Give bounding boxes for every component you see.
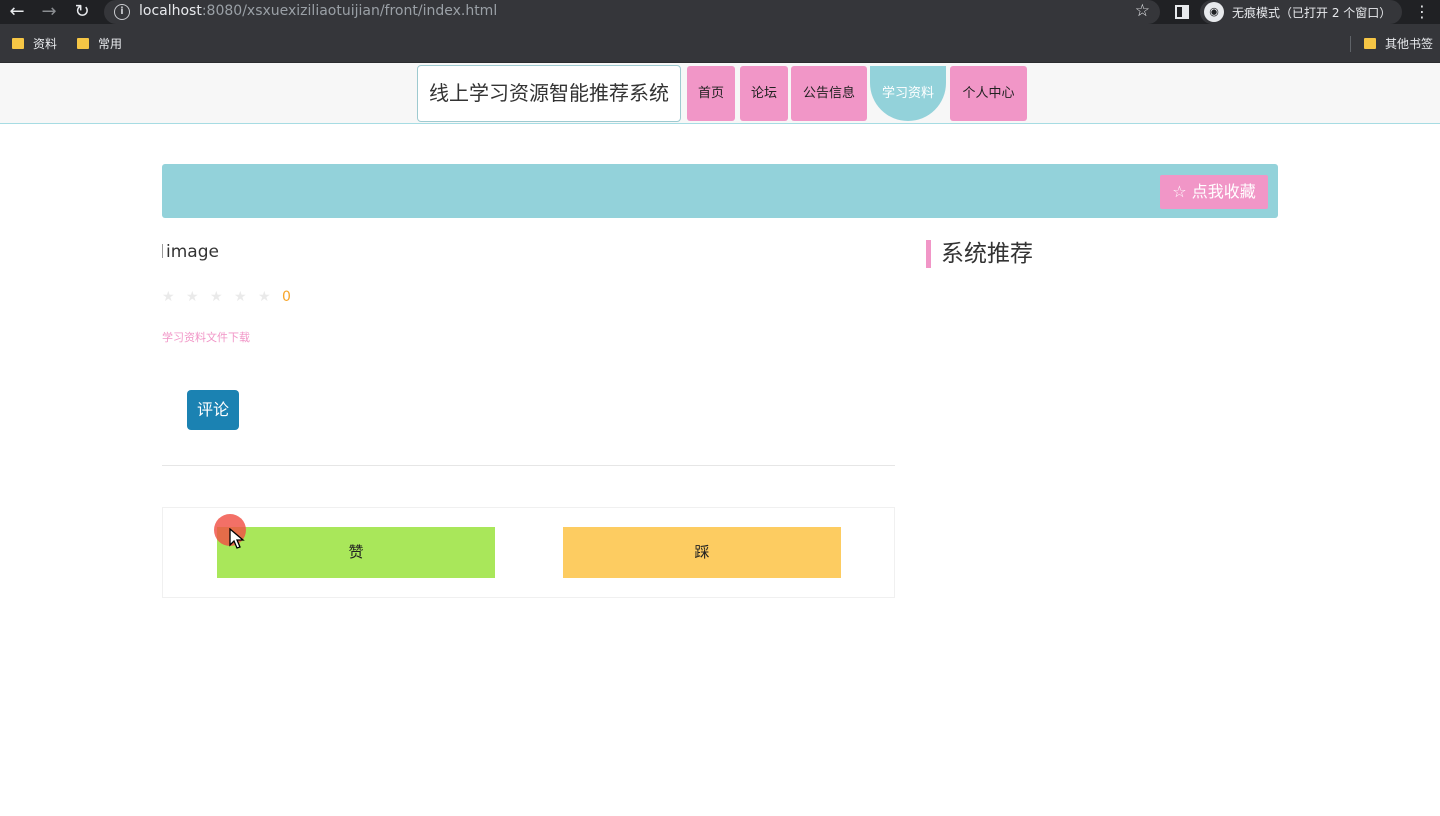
folder-icon — [1364, 38, 1376, 49]
rating-value: 0 — [282, 289, 291, 305]
comment-button[interactable]: 评论 — [187, 390, 239, 430]
address-bar[interactable]: i localhost:8080/xsxuexiziliaotuijian/fr… — [104, 0, 1160, 24]
site-info-icon[interactable]: i — [114, 4, 130, 20]
folder-icon — [12, 38, 24, 49]
reload-icon[interactable]: ↻ — [71, 1, 93, 23]
forward-arrow-icon[interactable]: → — [38, 1, 60, 23]
incognito-icon: ◉ — [1204, 2, 1224, 22]
bookmarks-separator — [1350, 36, 1351, 52]
nav-personal-center[interactable]: 个人中心 — [950, 66, 1027, 121]
section-divider — [162, 465, 895, 466]
nav-study-materials[interactable]: 学习资料 — [870, 66, 946, 121]
back-arrow-icon[interactable]: ← — [6, 1, 28, 23]
vote-panel: 赞 踩 — [162, 507, 895, 598]
incognito-indicator[interactable]: ◉ 无痕模式（已打开 2 个窗口） — [1200, 0, 1402, 24]
bookmark-folder-changyong[interactable]: 常用 — [77, 36, 122, 52]
star-icon[interactable]: ★ — [186, 289, 210, 305]
star-icon[interactable]: ★ — [258, 289, 282, 305]
folder-icon — [77, 38, 89, 49]
incognito-label: 无痕模式（已打开 2 个窗口） — [1232, 6, 1392, 20]
bookmarks-bar: 资料 常用 其他书签 — [0, 24, 1440, 63]
dislike-button[interactable]: 踩 — [563, 527, 841, 578]
bookmark-star-icon[interactable]: ☆ — [1135, 1, 1150, 21]
browser-menu-icon[interactable]: ⋮ — [1414, 0, 1430, 24]
rating-stars[interactable]: ★ ★ ★ ★ ★ 0 — [162, 289, 291, 305]
star-icon[interactable]: ★ — [234, 289, 258, 305]
nav-forum[interactable]: 论坛 — [740, 66, 788, 121]
like-button[interactable]: 赞 — [217, 527, 495, 578]
nav-home[interactable]: 首页 — [687, 66, 735, 121]
other-bookmarks[interactable]: 其他书签 — [1364, 36, 1433, 52]
browser-toolbar: ← → ↻ i localhost:8080/xsxuexiziliaotuij… — [0, 0, 1440, 24]
side-panel-icon[interactable] — [1175, 5, 1189, 19]
detail-banner: ☆ 点我收藏 — [162, 164, 1278, 218]
download-link[interactable]: 学习资料文件下载 — [162, 329, 250, 345]
url-path: :8080/xsxuexiziliaotuijian/front/index.h… — [201, 3, 498, 19]
favorite-button[interactable]: ☆ 点我收藏 — [1160, 175, 1268, 209]
site-header: 线上学习资源智能推荐系统 首页 论坛 公告信息 学习资料 个人中心 — [0, 63, 1440, 124]
star-icon[interactable]: ★ — [210, 289, 234, 305]
recommendation-title: 系统推荐 — [926, 240, 1033, 268]
star-icon[interactable]: ★ — [162, 289, 186, 305]
site-brand: 线上学习资源智能推荐系统 — [417, 65, 681, 122]
url-host: localhost — [139, 3, 202, 19]
bookmark-folder-ziliao[interactable]: 资料 — [12, 36, 57, 52]
mouse-pointer-icon — [229, 528, 245, 549]
resource-image: image — [162, 242, 219, 262]
nav-announcements[interactable]: 公告信息 — [791, 66, 867, 121]
url-text[interactable]: localhost:8080/xsxuexiziliaotuijian/fron… — [139, 3, 497, 19]
